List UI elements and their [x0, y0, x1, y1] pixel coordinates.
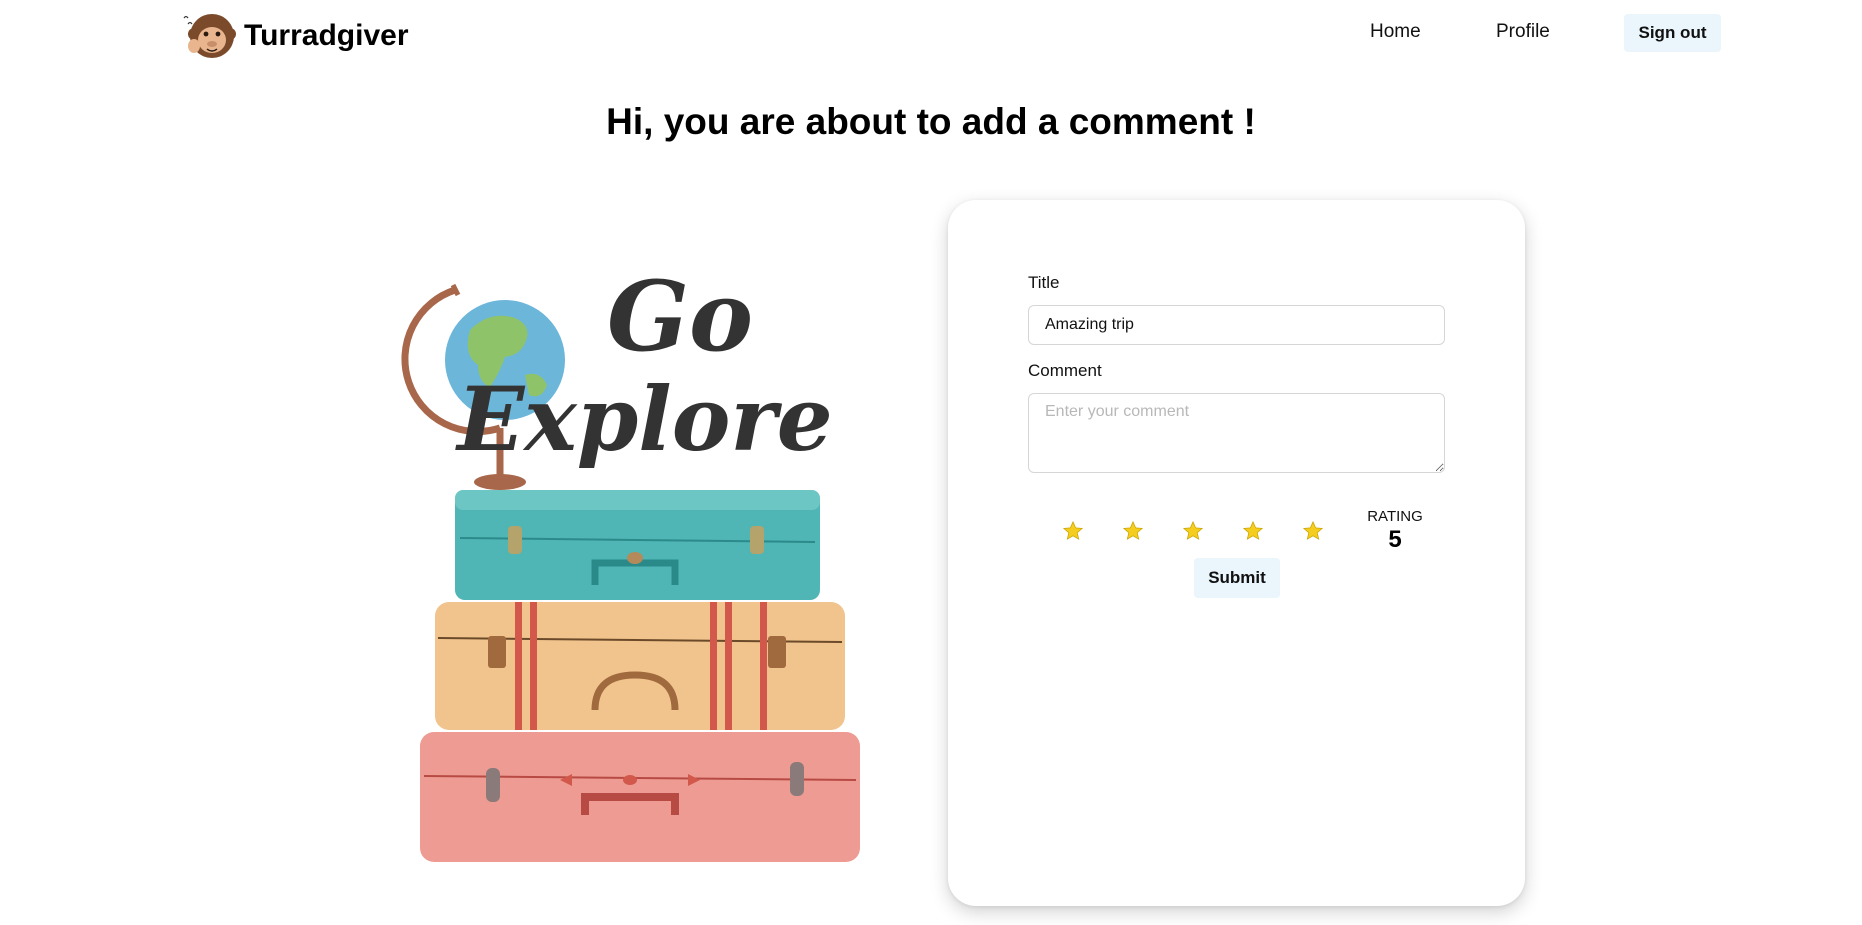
- page-title: Hi, you are about to add a comment !: [606, 101, 1256, 142]
- sign-out-button[interactable]: Sign out: [1624, 14, 1721, 52]
- star-2-icon[interactable]: [1122, 520, 1182, 542]
- tan-suitcase: [435, 602, 845, 730]
- illustration-headline-line2: Explore: [454, 367, 833, 471]
- title-label: Title: [1028, 273, 1060, 292]
- nav-home-link[interactable]: Home: [1370, 21, 1421, 43]
- comment-form-card: Title Comment RATING 5 Submit: [948, 200, 1525, 906]
- star-5-icon[interactable]: [1302, 520, 1362, 542]
- top-navbar: Turradgiver Home Profile Sign out: [0, 0, 1862, 64]
- monkey-logo-icon: [183, 14, 236, 58]
- rating-value: 5: [1388, 526, 1402, 553]
- comment-textarea[interactable]: [1028, 393, 1445, 473]
- nav-profile-link[interactable]: Profile: [1496, 21, 1550, 43]
- brand[interactable]: Turradgiver: [180, 10, 409, 62]
- illustration-headline-line1: Go: [607, 260, 753, 373]
- rating-display: RATING 5: [1365, 508, 1425, 554]
- brand-name: Turradgiver: [244, 19, 409, 52]
- star-3-icon[interactable]: [1182, 520, 1242, 542]
- submit-button[interactable]: Submit: [1194, 558, 1280, 598]
- star-rating: [1062, 520, 1362, 542]
- title-input[interactable]: [1028, 305, 1445, 345]
- go-explore-illustration: Go Explore: [401, 260, 860, 862]
- comment-label: Comment: [1028, 361, 1102, 380]
- rating-label: RATING: [1367, 508, 1423, 525]
- star-1-icon[interactable]: [1062, 520, 1122, 542]
- teal-suitcase: [455, 490, 820, 600]
- pink-suitcase: [420, 732, 860, 862]
- star-4-icon[interactable]: [1242, 520, 1302, 542]
